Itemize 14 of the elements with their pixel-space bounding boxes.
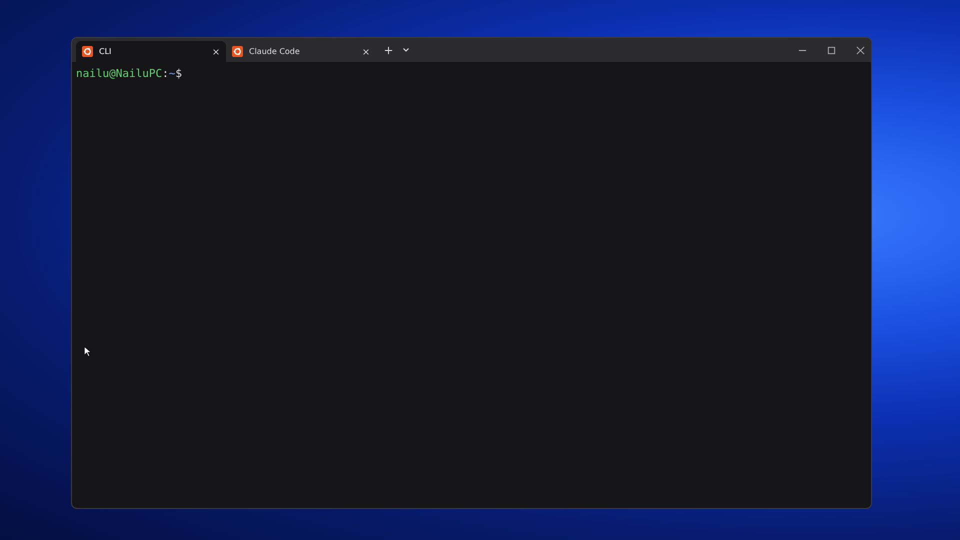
mouse-pointer-icon	[84, 346, 91, 357]
maximize-icon[interactable]	[827, 46, 836, 54]
tab[interactable]: Claude Code	[226, 41, 376, 62]
tab[interactable]: CLI	[76, 41, 226, 62]
tab-label: CLI	[99, 47, 112, 56]
tab-label: Claude Code	[249, 47, 301, 56]
ubuntu-icon	[82, 46, 93, 57]
close-icon[interactable]	[856, 46, 865, 54]
ubuntu-icon	[232, 46, 243, 57]
prompt-text: nailu@NailuPC	[76, 67, 162, 80]
prompt-text: $	[175, 67, 182, 80]
prompt-text: ~	[168, 67, 176, 80]
prompt-text: :	[162, 67, 169, 80]
new-tab-icon[interactable]	[384, 46, 393, 54]
